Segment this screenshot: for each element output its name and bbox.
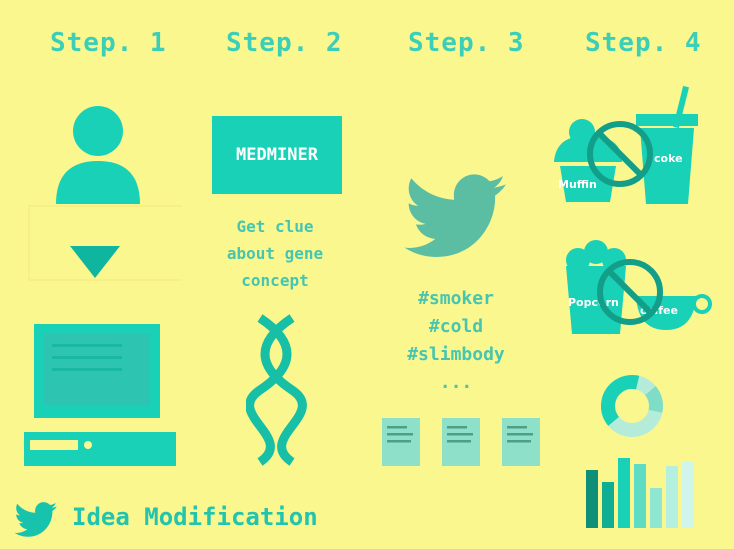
clue-line-1: Get clue <box>236 217 314 236</box>
note-icon <box>442 418 480 466</box>
computer-icon <box>24 324 176 466</box>
hashtag-list: #smoker #cold #slimbody ... <box>396 285 516 397</box>
dna-icon <box>246 314 307 466</box>
popcorn-label: Popcorn <box>568 296 619 309</box>
twitter-logo-icon <box>14 502 57 537</box>
hashtag-slimbody: #slimbody <box>407 344 505 365</box>
coke-label: coke <box>654 152 683 165</box>
coke-cup-icon <box>636 85 698 204</box>
step-2-title: Step. 2 <box>226 28 343 58</box>
step-3-title: Step. 3 <box>408 28 525 58</box>
step-4-title: Step. 4 <box>585 28 702 58</box>
muffin-label: Muffin <box>558 178 597 191</box>
arrow-box <box>28 205 182 281</box>
step-1-title: Step. 1 <box>50 28 167 58</box>
step-1-graphic <box>24 106 182 466</box>
popcorn-coffee-group: Popcorn coffee <box>566 240 712 334</box>
hashtag-smoker: #smoker <box>418 288 494 309</box>
muffin-coke-group: Muffin coke <box>554 85 698 204</box>
bar-chart-icon <box>586 458 694 528</box>
footer-title: Idea Modification <box>72 503 318 531</box>
hashtag-ellipsis: ... <box>439 372 473 393</box>
donut-chart-icon <box>601 375 663 437</box>
medminer-label: MEDMINER <box>236 145 318 165</box>
gene-clue-text: Get clue about gene concept <box>212 213 338 294</box>
clue-line-2: about gene <box>226 244 324 263</box>
person-icon <box>56 106 140 204</box>
note-icon <box>502 418 540 466</box>
arrow-down-icon <box>70 246 120 278</box>
note-icon <box>382 418 420 466</box>
twitter-bird-icon <box>404 174 506 257</box>
medminer-logo: MEDMINER <box>212 116 342 194</box>
document-notes <box>382 418 540 466</box>
clue-line-3: concept <box>241 271 309 290</box>
hashtag-cold: #cold <box>428 316 484 337</box>
